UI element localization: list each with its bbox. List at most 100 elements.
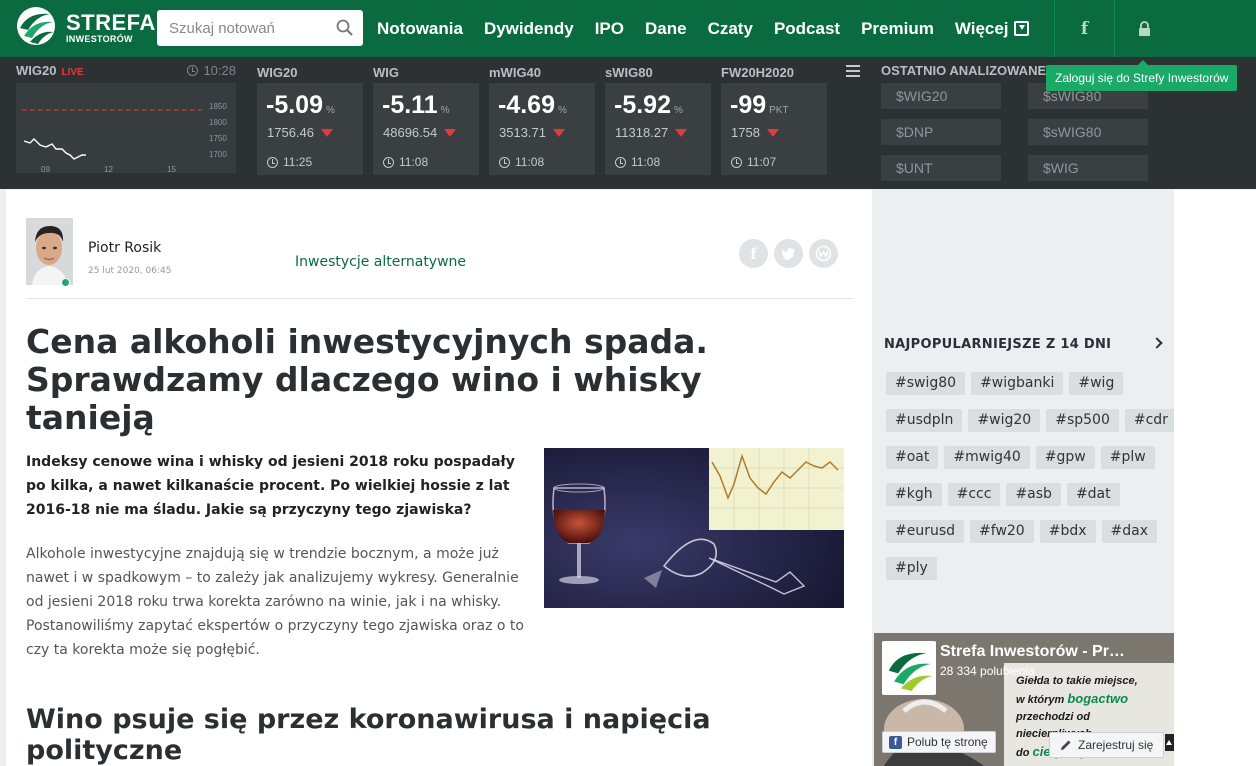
nav-ipo[interactable]: IPO bbox=[595, 19, 624, 39]
tag[interactable]: #fw20 bbox=[970, 520, 1034, 543]
tag[interactable]: #eurusd bbox=[886, 520, 965, 543]
down-arrow-icon bbox=[675, 128, 688, 137]
nav-czaty[interactable]: Czaty bbox=[708, 19, 753, 39]
index-change-value: -5.09 bbox=[266, 91, 323, 119]
recent-item[interactable]: $WIG20 bbox=[881, 83, 1001, 109]
nav-notowania[interactable]: Notowania bbox=[377, 19, 463, 39]
live-index-time-text: 10:28 bbox=[203, 63, 236, 78]
site-logo[interactable]: STREFA INWESTORÓW bbox=[16, 6, 155, 50]
fb-register-label: Zarejestruj się bbox=[1078, 738, 1154, 752]
chevron-right-icon[interactable] bbox=[1151, 337, 1163, 349]
lock-icon bbox=[1139, 21, 1150, 36]
tag[interactable]: #dax bbox=[1101, 520, 1157, 543]
nav-dywidendy[interactable]: Dywidendy bbox=[484, 19, 574, 39]
index-change-unit: % bbox=[325, 105, 335, 116]
live-index-name: WIG20 bbox=[16, 63, 57, 78]
pencil-icon bbox=[1061, 740, 1071, 750]
login-button[interactable] bbox=[1114, 0, 1174, 57]
share-twitter-button[interactable] bbox=[774, 239, 803, 268]
tag[interactable]: #gpw bbox=[1035, 446, 1095, 469]
down-arrow-icon bbox=[766, 128, 779, 137]
recent-item[interactable]: $DNP bbox=[881, 119, 1001, 145]
recent-item[interactable]: $WIG bbox=[1028, 155, 1148, 181]
index-time: 11:07 bbox=[731, 155, 776, 169]
online-status-dot bbox=[61, 278, 70, 287]
tag[interactable]: #oat bbox=[886, 446, 939, 469]
index-change: -99 PKT bbox=[730, 91, 789, 120]
fb-like-page-button[interactable]: f Polub tę stronę bbox=[882, 731, 996, 753]
tag[interactable]: #cdr bbox=[1124, 409, 1177, 432]
scroll-up-arrow-icon[interactable] bbox=[1165, 734, 1174, 751]
nav-podcast[interactable]: Podcast bbox=[774, 19, 840, 39]
twitter-icon bbox=[781, 248, 795, 260]
clock-icon bbox=[499, 156, 510, 168]
facebook-icon: f bbox=[1080, 18, 1089, 39]
tag[interactable]: #kgh bbox=[886, 483, 942, 506]
tag[interactable]: #sp500 bbox=[1046, 409, 1119, 432]
index-value: 1756.46 bbox=[267, 125, 333, 140]
main-nav: Notowania Dywidendy IPO Dane Czaty Podca… bbox=[377, 0, 1050, 57]
tag[interactable]: #wig bbox=[1069, 372, 1124, 395]
article-category[interactable]: Inwestycje alternatywne bbox=[295, 254, 466, 270]
x-tick-09: 09 bbox=[41, 165, 50, 173]
index-tile-wig[interactable]: -5.11% 48696.54 11:08 bbox=[373, 83, 479, 175]
fb-like-label: Polub tę stronę bbox=[907, 735, 988, 749]
article: Piotr Rosik 25 lut 2020, 06:45 Inwestycj… bbox=[6, 190, 872, 766]
article-hero-image[interactable] bbox=[544, 448, 844, 608]
search-icon[interactable] bbox=[335, 18, 355, 38]
tag-row: #eurusd #fw20 #bdx #dax bbox=[886, 520, 1166, 543]
index-change-unit: % bbox=[673, 105, 683, 116]
tag[interactable]: #asb bbox=[1006, 483, 1061, 506]
tag[interactable]: #ply bbox=[886, 557, 937, 580]
slogan-part: w którym bbox=[1016, 694, 1065, 706]
index-tile-wig20[interactable]: -5.09% 1756.46 11:25 bbox=[257, 83, 363, 175]
tag[interactable]: #wig20 bbox=[968, 409, 1041, 432]
fb-page-name[interactable]: Strefa Inwestorów - Pr… bbox=[940, 643, 1125, 661]
recent-item[interactable]: $UNT bbox=[881, 155, 1001, 181]
tag[interactable]: #bdx bbox=[1039, 520, 1096, 543]
clock-icon bbox=[615, 156, 626, 168]
article-body: Alkohole inwestycyjne znajdują się w tre… bbox=[26, 546, 524, 658]
index-change: -5.11% bbox=[382, 91, 450, 120]
tag[interactable]: #wigbanki bbox=[971, 372, 1064, 395]
tag[interactable]: #ccc bbox=[947, 483, 1001, 506]
fb-register-button[interactable]: Zarejestruj się bbox=[1049, 732, 1165, 758]
tag[interactable]: #plw bbox=[1100, 446, 1155, 469]
tile-head-wig: WIG bbox=[373, 65, 399, 80]
tag[interactable]: #dat bbox=[1066, 483, 1120, 506]
share-wykop-button[interactable] bbox=[809, 239, 838, 268]
author-name[interactable]: Piotr Rosik bbox=[88, 240, 161, 256]
popular-tags-heading: NAJPOPULARNIEJSZE Z 14 DNI bbox=[884, 337, 1112, 352]
article-title-line-1: Cena alkoholi inwestycyjnych spada. bbox=[26, 322, 708, 361]
facebook-icon: f bbox=[889, 735, 902, 749]
recent-item[interactable]: $sWIG80 bbox=[1028, 119, 1148, 145]
index-change-value: -5.92 bbox=[614, 91, 671, 119]
nav-wiecej[interactable]: Więcej bbox=[955, 19, 1029, 39]
facebook-link[interactable]: f bbox=[1054, 0, 1114, 57]
index-tile-fw20[interactable]: -99 PKT 1758 11:07 bbox=[721, 83, 827, 175]
logo-subtitle: INWESTORÓW bbox=[66, 34, 133, 44]
logo-mark-icon bbox=[886, 645, 932, 691]
share-facebook-button[interactable]: f bbox=[739, 239, 768, 268]
author-avatar[interactable] bbox=[26, 218, 73, 285]
tag[interactable]: #swig80 bbox=[886, 372, 966, 395]
index-time-text: 11:07 bbox=[747, 155, 777, 169]
sidebar: NAJPOPULARNIEJSZE Z 14 DNI #swig80 #wigb… bbox=[874, 190, 1177, 766]
search-box bbox=[157, 10, 363, 46]
index-time: 11:08 bbox=[499, 155, 544, 169]
x-tick-12: 12 bbox=[104, 165, 113, 173]
facebook-page-widget[interactable]: Strefa Inwestorów - Pr… 28 334 polubieni… bbox=[874, 633, 1174, 766]
nav-dane[interactable]: Dane bbox=[645, 19, 687, 39]
hamburger-menu-icon[interactable] bbox=[846, 65, 860, 77]
nav-premium[interactable]: Premium bbox=[861, 19, 934, 39]
tile-head-mwig40: mWIG40 bbox=[489, 65, 542, 80]
article-title: Cena alkoholi inwestycyjnych spada. Spra… bbox=[26, 323, 826, 437]
slogan-word: Giełda bbox=[1016, 675, 1050, 687]
tag[interactable]: #mwig40 bbox=[944, 446, 1030, 469]
index-tile-swig80[interactable]: -5.92% 11318.27 11:08 bbox=[605, 83, 711, 175]
index-tile-mwig40[interactable]: -4.69% 3513.71 11:08 bbox=[489, 83, 595, 175]
index-change: -4.69% bbox=[498, 91, 567, 120]
search-input[interactable] bbox=[157, 10, 332, 46]
tag[interactable]: #usdpln bbox=[886, 409, 963, 432]
logo-mark-icon bbox=[17, 7, 55, 45]
